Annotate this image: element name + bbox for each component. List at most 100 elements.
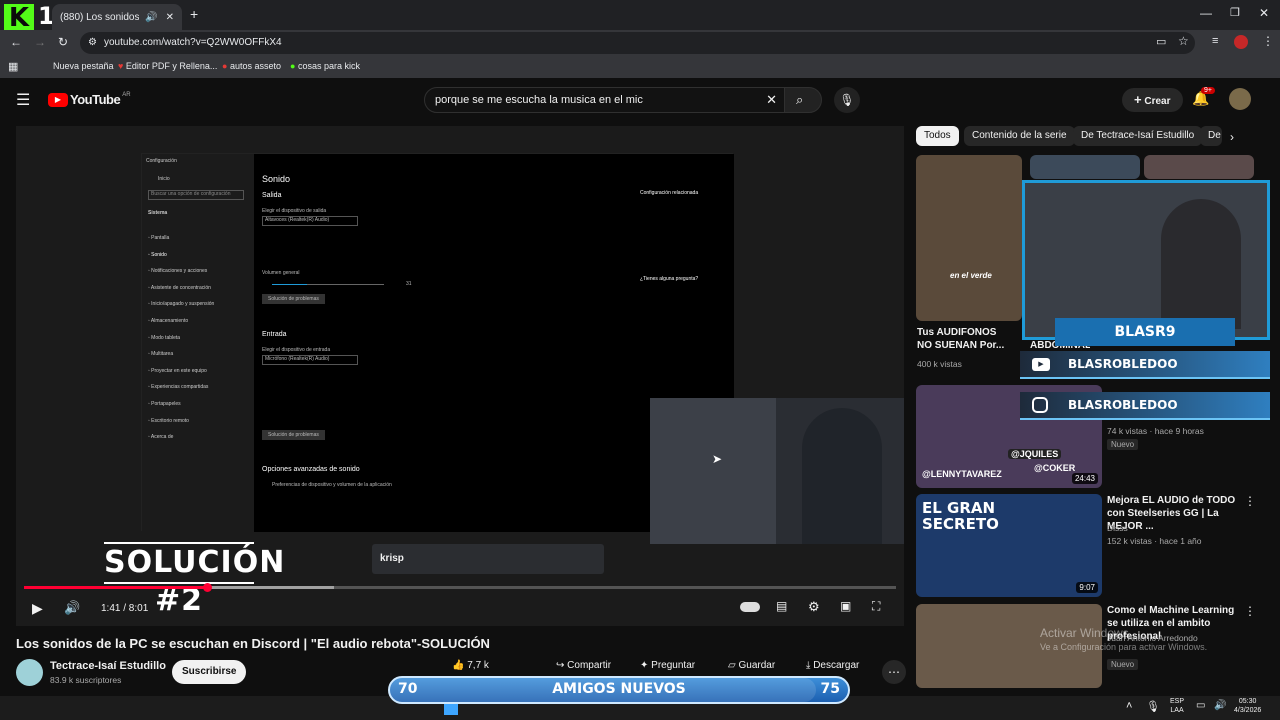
bookmarks-bar: ▦ Nueva pestaña ♥ Editor PDF y Rellena..… xyxy=(0,56,1280,78)
related-title-4[interactable]: Mejora EL AUDIO de TODO con Steelseries … xyxy=(1107,494,1247,533)
progress-fill xyxy=(24,586,208,589)
chip-channel[interactable]: De Tectrace-Isaí Estudillo xyxy=(1073,126,1203,146)
clear-search-icon[interactable]: ✕ xyxy=(766,88,777,112)
layout-code: LAA xyxy=(1170,707,1184,714)
app-prefs: Preferencias de dispositivo y volumen de… xyxy=(272,482,392,488)
bookmark-star-icon[interactable]: ☆ xyxy=(1178,34,1189,48)
search-input[interactable]: porque se me escucha la musica en el mic… xyxy=(424,87,788,113)
voice-search-button[interactable]: 🎙 xyxy=(834,87,860,113)
mic-icon: 🎙 xyxy=(839,93,855,107)
chevron-right-icon[interactable]: › xyxy=(1230,130,1234,144)
chip-series[interactable]: Contenido de la serie xyxy=(964,126,1075,146)
share-button[interactable]: ↪ Compartir xyxy=(556,660,611,671)
advanced-heading: Opciones avanzadas de sonido xyxy=(262,466,360,473)
ask-button[interactable]: ✦ Preguntar xyxy=(640,660,695,671)
youtube-logo[interactable]: ▶ YouTube AR xyxy=(48,92,131,107)
create-button[interactable]: + Crear xyxy=(1122,88,1183,112)
related-thumb-1[interactable]: en el verde xyxy=(916,155,1022,321)
bookmark-label: autos asseto xyxy=(229,61,281,71)
related-thumb-4[interactable]: EL GRAN SECRETO 9:07 xyxy=(916,494,1102,597)
audio-icon[interactable]: 🔊 xyxy=(145,12,157,23)
bookmark-item[interactable]: ♥ Editor PDF y Rellena... xyxy=(118,61,217,71)
back-icon[interactable]: ← xyxy=(10,35,22,49)
hamburger-icon[interactable]: ☰ xyxy=(16,90,30,110)
progress-bar[interactable] xyxy=(24,583,896,592)
new-tab-icon[interactable]: + xyxy=(190,6,198,22)
apps-icon[interactable]: ▦ xyxy=(8,60,18,73)
like-count: 7,7 k xyxy=(467,660,489,671)
browser-tab[interactable]: (880) Los sonidos de la P 🔊 ✕ xyxy=(52,4,182,30)
settings-nav-item: ◦ Acerca de xyxy=(148,434,174,441)
related-channel-4[interactable]: Disss xyxy=(1107,523,1128,533)
play-icon[interactable]: ▶ xyxy=(32,600,43,617)
reload-icon[interactable]: ↻ xyxy=(58,35,68,49)
related-filter-chips: Todos Contenido de la serie De Tectrace-… xyxy=(916,126,1256,148)
chip-more[interactable]: De xyxy=(1200,126,1222,146)
miniplayer-icon[interactable]: ▣ xyxy=(840,599,851,613)
more-actions-button[interactable]: ⋯ xyxy=(882,660,906,684)
channel-avatar[interactable] xyxy=(16,659,43,686)
instagram-social-bar: BLASROBLEDOO xyxy=(1020,392,1270,420)
related-title-1[interactable]: Tus AUDIFONOS NO SUENAN Por... xyxy=(917,326,1013,352)
close-tab-icon[interactable]: ✕ xyxy=(166,12,174,23)
settings-nav-item: ◦ Portapapeles xyxy=(148,400,181,407)
minimize-icon[interactable]: — xyxy=(1200,6,1212,20)
time-display: 1:41 / 8:01 xyxy=(101,603,149,614)
search-button[interactable]: ⌕ xyxy=(784,87,822,113)
autoplay-toggle[interactable] xyxy=(740,602,760,612)
cast-icon[interactable]: ▭ xyxy=(1156,35,1166,48)
notification-badge: 9+ xyxy=(1201,87,1215,94)
settings-nav-item: ◦ Sonido xyxy=(148,251,167,258)
tray-chevron-icon[interactable]: ˄ xyxy=(1126,700,1132,712)
download-icon: ⤓ xyxy=(806,660,811,671)
save-button[interactable]: ▱ Guardar xyxy=(728,660,775,671)
download-button[interactable]: ⤓ Descargar xyxy=(806,660,859,671)
avatar[interactable] xyxy=(1229,88,1251,110)
bookmark-item[interactable]: Nueva pestaña xyxy=(53,61,114,71)
menu-icon[interactable]: ⋮ xyxy=(1262,34,1274,48)
address-bar[interactable]: ⚙ youtube.com/watch?v=Q2WW0OFFkX4 xyxy=(80,32,1195,54)
sound-title: Sonido xyxy=(262,174,291,184)
volume-icon[interactable]: 🔊 xyxy=(64,600,80,616)
media-icon[interactable]: ≡ xyxy=(1212,35,1218,47)
subscribe-button[interactable]: Suscribirse xyxy=(172,660,247,684)
question-heading: ¿Tienes alguna pregunta? xyxy=(640,276,699,282)
subtitles-icon[interactable]: ▤ xyxy=(776,599,787,613)
follower-goal-bar: 70 AMIGOS NUEVOS 75 xyxy=(388,676,850,704)
youtube-play-icon: ▶ xyxy=(48,92,68,107)
restore-icon[interactable]: ❐ xyxy=(1230,6,1240,19)
bookmark-item[interactable]: ● autos asseto xyxy=(222,61,281,71)
chip-all[interactable]: Todos xyxy=(916,126,959,146)
volume-value: 31 xyxy=(406,281,412,287)
more-options-icon[interactable]: ⋮ xyxy=(1244,494,1256,508)
like-button[interactable]: 👍 7,7 k xyxy=(452,660,489,671)
site-info-icon[interactable]: ⚙ xyxy=(88,32,97,54)
fullscreen-icon[interactable]: ⛶ xyxy=(872,599,880,614)
network-icon[interactable]: ▭ xyxy=(1196,700,1205,711)
video-player[interactable]: Configuración Inicio Buscar una opción d… xyxy=(16,126,904,626)
related-thumb-2[interactable] xyxy=(1030,155,1140,179)
notifications-button[interactable]: 🔔 9+ xyxy=(1192,87,1215,107)
subscriber-count: 83.9 k suscriptores xyxy=(50,675,122,685)
watermark-line1: Activar Windows xyxy=(1040,626,1129,640)
more-options-icon[interactable]: ⋮ xyxy=(1244,604,1256,618)
output-heading: Salida xyxy=(262,192,282,199)
youtube-header: ☰ ▶ YouTube AR porque se me escucha la m… xyxy=(0,80,1280,120)
profile-icon[interactable] xyxy=(1234,35,1248,49)
close-window-icon[interactable]: ✕ xyxy=(1259,6,1269,20)
related-meta-3: 74 k vistas · hace 9 horas xyxy=(1107,426,1204,436)
settings-nav-item: ◦ Almacenamiento xyxy=(148,317,189,324)
create-label: Crear xyxy=(1144,96,1171,107)
monitor-shape xyxy=(650,398,776,544)
related-thumb-2b[interactable] xyxy=(1144,155,1254,179)
channel-name[interactable]: Tectrace-Isaí Estudillo xyxy=(50,660,166,672)
language-indicator[interactable]: ESP LAA xyxy=(1170,697,1184,715)
clock[interactable]: 05:30 4/3/2026 xyxy=(1234,697,1261,715)
streamer-webcam xyxy=(1022,180,1270,340)
bookmark-item[interactable]: ● cosas para kick xyxy=(290,61,360,71)
mic-tray-icon[interactable]: 🎙 xyxy=(1146,700,1160,713)
forward-icon[interactable]: → xyxy=(34,35,46,49)
speaker-tray-icon[interactable]: 🔊 xyxy=(1214,700,1226,711)
scrubber-handle[interactable] xyxy=(203,583,213,592)
settings-gear-icon[interactable]: ⚙ xyxy=(808,599,820,615)
